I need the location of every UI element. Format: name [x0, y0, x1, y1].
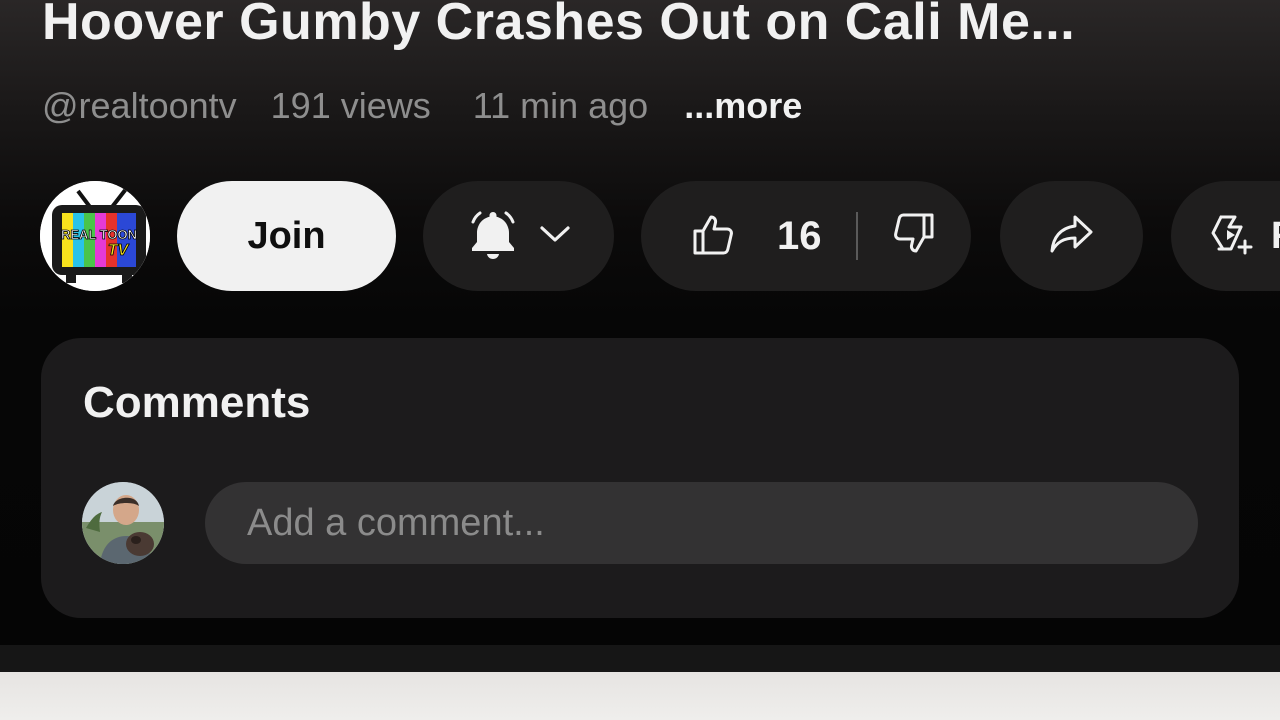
comments-panel[interactable]: Comments: [41, 338, 1239, 618]
share-arrow-icon: [1047, 209, 1097, 264]
upload-time: 11 min ago: [472, 85, 649, 126]
comment-input[interactable]: [205, 482, 1198, 564]
video-details-page: Hoover Gumby Crashes Out on Cali Me... @…: [0, 0, 1280, 720]
like-dislike-group: 16: [641, 181, 971, 291]
thumbs-down-icon: [890, 211, 936, 262]
view-count: 191 views: [270, 85, 431, 126]
user-avatar[interactable]: [82, 482, 164, 564]
channel-logo-text: REAL TOON: [61, 227, 137, 242]
remix-icon: [1207, 211, 1253, 262]
video-meta-row: @realtoontv 191 views 11 min ago ...more: [42, 84, 802, 128]
action-bar: REAL TOON TV Join 16: [40, 180, 1280, 292]
comments-title: Comments: [83, 378, 311, 427]
dislike-button[interactable]: [858, 211, 970, 262]
join-button[interactable]: Join: [177, 181, 396, 291]
user-photo-icon: [82, 482, 164, 564]
like-count: 16: [777, 213, 822, 258]
section-divider: [0, 645, 1280, 672]
share-button[interactable]: [1000, 181, 1143, 291]
remix-button[interactable]: R: [1171, 181, 1280, 291]
subscription-notifications-button[interactable]: [423, 181, 614, 291]
next-content-preview[interactable]: [0, 672, 1280, 720]
bell-icon: [465, 206, 521, 267]
remix-label: R: [1271, 215, 1280, 258]
tv-logo-icon: REAL TOON TV: [40, 181, 150, 291]
video-title[interactable]: Hoover Gumby Crashes Out on Cali Me...: [42, 0, 1242, 52]
chevron-down-icon: [537, 216, 573, 257]
more-description-link[interactable]: ...more: [684, 85, 802, 127]
like-button[interactable]: 16: [641, 211, 856, 262]
channel-handle[interactable]: @realtoontv: [42, 85, 237, 127]
channel-avatar[interactable]: REAL TOON TV: [40, 181, 150, 291]
channel-logo-subtext: TV: [108, 242, 130, 259]
thumbs-up-icon: [691, 211, 737, 262]
